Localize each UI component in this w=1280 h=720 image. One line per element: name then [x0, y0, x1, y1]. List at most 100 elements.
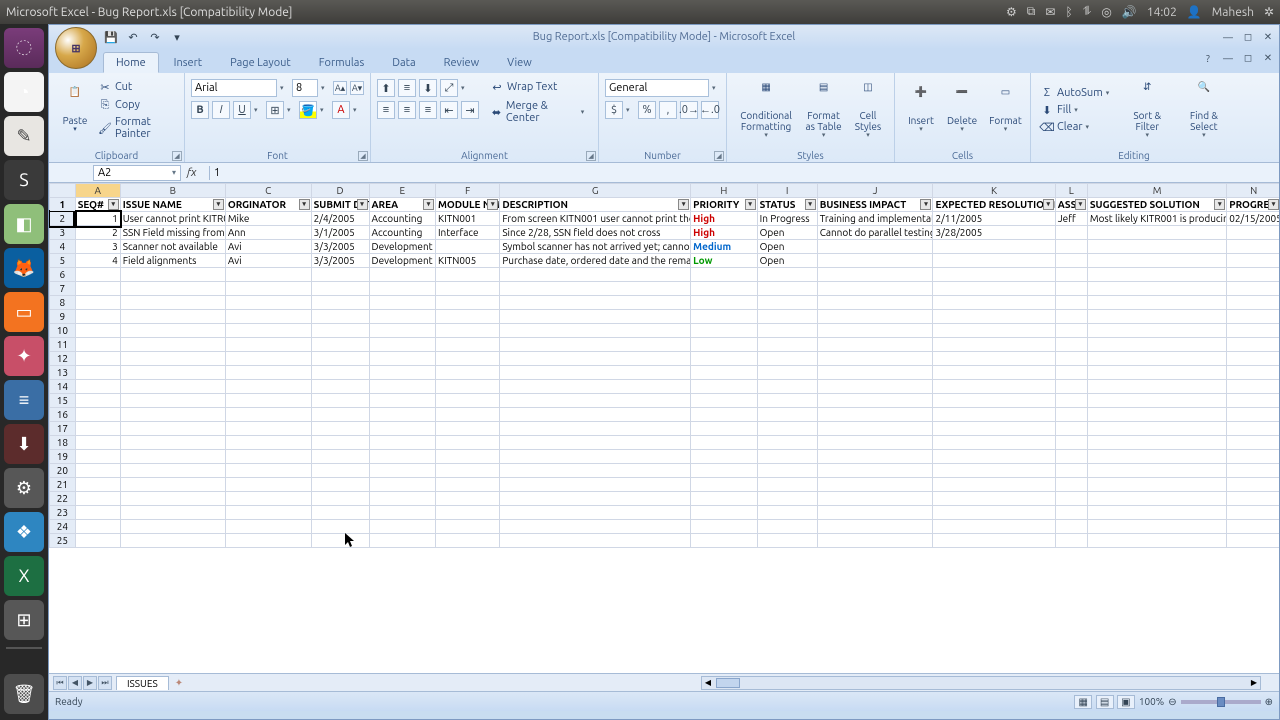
cell[interactable] [1227, 254, 1279, 268]
cell[interactable]: 3/3/2005 [311, 240, 369, 254]
cell[interactable] [757, 436, 817, 450]
cell[interactable]: Development [369, 254, 435, 268]
cell-priority[interactable]: High [691, 212, 757, 226]
cell[interactable]: Accounting [369, 226, 435, 240]
qat-undo-icon[interactable]: ↶ [125, 29, 141, 45]
header-cell[interactable]: SUGGESTED SOLUTION▾ [1087, 198, 1226, 212]
cell[interactable] [225, 436, 311, 450]
cell[interactable] [1087, 352, 1226, 366]
cell[interactable] [1087, 534, 1226, 548]
cell[interactable] [1055, 310, 1087, 324]
cell[interactable] [311, 268, 369, 282]
cell[interactable] [933, 450, 1055, 464]
cell[interactable] [120, 366, 225, 380]
header-cell[interactable]: SEQ#▾ [75, 198, 120, 212]
cell[interactable] [225, 520, 311, 534]
cell[interactable]: Open [757, 226, 817, 240]
qat-redo-icon[interactable]: ↷ [147, 29, 163, 45]
row-header-24[interactable]: 24 [50, 520, 76, 534]
col-header-K[interactable]: K [933, 184, 1055, 198]
sheet-tab-issues[interactable]: ISSUES [116, 676, 169, 690]
indent-dec-icon[interactable]: ⇤ [440, 101, 458, 119]
cell[interactable]: Field alignments [120, 254, 225, 268]
cell[interactable] [757, 380, 817, 394]
cell[interactable] [225, 394, 311, 408]
cell[interactable]: In Progress [757, 212, 817, 226]
cell[interactable] [120, 296, 225, 310]
row-header-1[interactable]: 1 [50, 198, 76, 212]
cell[interactable] [817, 506, 933, 520]
sheet-nav-first[interactable]: ⏮ [53, 676, 67, 690]
cell[interactable] [691, 450, 757, 464]
cell[interactable] [691, 478, 757, 492]
cell[interactable] [1055, 324, 1087, 338]
launcher-excel[interactable]: X [4, 556, 44, 596]
cell[interactable] [120, 338, 225, 352]
grow-font-icon[interactable]: A▴ [333, 81, 347, 95]
cell[interactable] [120, 492, 225, 506]
cell[interactable] [691, 422, 757, 436]
align-center-icon[interactable]: ≡ [398, 101, 416, 119]
filter-icon[interactable]: ▾ [108, 199, 119, 210]
cell[interactable]: Mike [225, 212, 311, 226]
cell[interactable] [757, 464, 817, 478]
cell[interactable] [933, 352, 1055, 366]
tab-home[interactable]: Home [103, 52, 159, 73]
cell[interactable] [311, 324, 369, 338]
cell[interactable] [757, 352, 817, 366]
launcher-chrome[interactable]: ◔ [4, 72, 44, 112]
cell[interactable] [1055, 380, 1087, 394]
cell[interactable] [75, 380, 120, 394]
cell[interactable] [757, 394, 817, 408]
italic-button[interactable]: I [212, 101, 230, 119]
header-cell[interactable]: SUBMIT DATE▾ [311, 198, 369, 212]
cell[interactable] [1227, 240, 1279, 254]
cell[interactable] [369, 268, 435, 282]
cell[interactable]: KITN001 [435, 212, 499, 226]
col-header-I[interactable]: I [757, 184, 817, 198]
cell[interactable] [933, 506, 1055, 520]
row-header-7[interactable]: 7 [50, 282, 76, 296]
cell[interactable] [817, 324, 933, 338]
cell[interactable] [120, 282, 225, 296]
cell[interactable] [933, 464, 1055, 478]
cell[interactable] [435, 394, 499, 408]
cell[interactable] [933, 534, 1055, 548]
cell[interactable] [1087, 394, 1226, 408]
cell[interactable] [369, 296, 435, 310]
cell[interactable] [369, 478, 435, 492]
alignment-launcher-icon[interactable]: ◢ [586, 151, 596, 161]
row-header-21[interactable]: 21 [50, 478, 76, 492]
row-header-2[interactable]: 2 [50, 212, 76, 226]
cell[interactable]: Open [757, 254, 817, 268]
cell[interactable] [817, 338, 933, 352]
new-sheet-icon[interactable]: ✦ [175, 677, 183, 689]
cell[interactable] [369, 366, 435, 380]
cell[interactable] [1055, 534, 1087, 548]
col-header-J[interactable]: J [817, 184, 933, 198]
format-painter-button[interactable]: 🖌Format Painter [95, 115, 178, 141]
cell[interactable] [1227, 352, 1279, 366]
cell[interactable] [1227, 226, 1279, 240]
cell[interactable]: Avi [225, 254, 311, 268]
filter-icon[interactable]: ▾ [1075, 199, 1086, 210]
cell[interactable] [1227, 478, 1279, 492]
cell[interactable] [311, 380, 369, 394]
launcher-sublime[interactable]: S [4, 160, 44, 200]
col-header-D[interactable]: D [311, 184, 369, 198]
dropbox-icon[interactable]: ⧉ [1027, 5, 1036, 19]
cell[interactable] [1055, 408, 1087, 422]
cell[interactable]: Avi [225, 240, 311, 254]
filter-icon[interactable]: ▾ [805, 199, 816, 210]
copy-button[interactable]: ⎘Copy [95, 97, 178, 113]
cell[interactable] [1087, 492, 1226, 506]
cell[interactable] [1055, 450, 1087, 464]
cell[interactable] [435, 506, 499, 520]
cell[interactable] [1055, 240, 1087, 254]
paste-button[interactable]: 📋Paste▾ [55, 75, 95, 145]
cell[interactable] [691, 338, 757, 352]
autosum-button[interactable]: ΣAutoSum▾ [1037, 85, 1118, 101]
row-header-12[interactable]: 12 [50, 352, 76, 366]
cell[interactable] [500, 534, 691, 548]
cell[interactable] [1087, 464, 1226, 478]
